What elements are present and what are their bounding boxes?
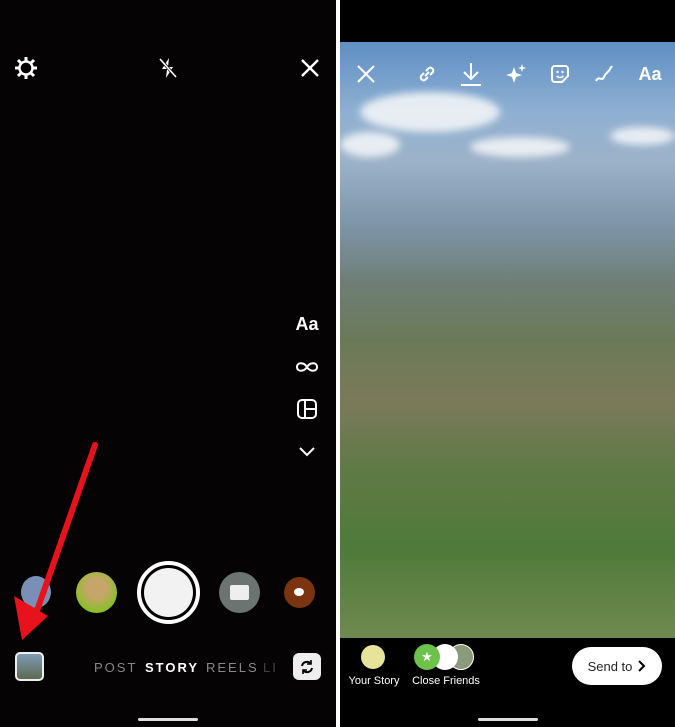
your-story-avatar[interactable] [361, 645, 385, 669]
link-icon[interactable] [415, 62, 439, 86]
sparkles-icon[interactable] [504, 62, 528, 86]
sticker-icon[interactable] [548, 62, 572, 86]
home-indicator [478, 718, 538, 721]
download-icon[interactable] [459, 60, 483, 88]
your-story-label[interactable]: Your Story [344, 675, 404, 687]
story-photo [340, 42, 675, 638]
mode-post[interactable]: POST [94, 660, 137, 675]
camera-screen: Aa POST STORY REELS LI [0, 0, 336, 727]
chevron-right-icon [638, 660, 646, 672]
mode-reels[interactable]: REELS [206, 660, 259, 675]
send-to-button[interactable]: Send to [572, 647, 662, 685]
story-editor: Aa Your Story ★ Close Friends Send to [340, 0, 675, 727]
text-tool[interactable]: Aa [634, 62, 666, 86]
close-friends-star-icon[interactable]: ★ [414, 644, 440, 670]
draw-icon[interactable] [592, 62, 616, 86]
close-friends-label[interactable]: Close Friends [406, 675, 486, 687]
send-to-label: Send to [587, 658, 633, 674]
home-indicator [138, 718, 198, 721]
mode-live[interactable]: LI [263, 660, 281, 675]
mode-story[interactable]: STORY [145, 660, 199, 675]
flip-camera-icon[interactable] [293, 653, 321, 680]
red-arrow-annotation [14, 442, 98, 640]
close-icon[interactable] [354, 62, 378, 86]
gallery-thumbnail[interactable] [15, 652, 44, 681]
